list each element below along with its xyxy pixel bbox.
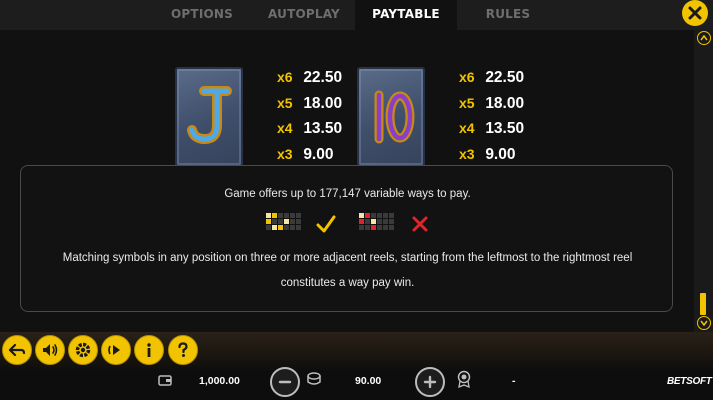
tab-options[interactable]: OPTIONS xyxy=(160,0,244,30)
tab-rules[interactable]: RULES xyxy=(472,0,544,30)
payout-row: x6 22.50 xyxy=(459,69,525,86)
minus-icon xyxy=(278,380,292,384)
payout-row: x4 13.50 xyxy=(459,120,525,137)
close-icon xyxy=(688,6,702,20)
back-arrow-icon xyxy=(8,343,26,357)
bet-value: 90.00 xyxy=(355,375,382,387)
scroll-down-button[interactable] xyxy=(697,316,711,330)
chevron-up-icon xyxy=(700,34,708,41)
autoplay-button[interactable] xyxy=(101,335,131,365)
settings-button[interactable] xyxy=(68,335,98,365)
ten-symbol-icon xyxy=(357,67,425,167)
payout-row: x6 22.50 xyxy=(277,69,343,86)
chevron-down-icon xyxy=(700,320,708,327)
betsoft-logo: BETSOFT xyxy=(667,376,712,387)
wallet-icon xyxy=(158,375,172,386)
valid-ways-grid xyxy=(266,213,301,230)
payout-row: x5 18.00 xyxy=(277,94,343,112)
scrollbar-thumb[interactable] xyxy=(700,293,706,315)
win-award-icon xyxy=(457,370,471,388)
payout-row: x4 13.50 xyxy=(277,120,343,137)
info-icon xyxy=(147,343,151,357)
payout-row: x5 18.00 xyxy=(459,94,525,112)
autoplay-icon xyxy=(108,345,120,355)
increase-bet-button[interactable] xyxy=(415,367,445,397)
info-button[interactable] xyxy=(134,335,164,365)
ways-info-panel: Game offers up to 177,147 variable ways … xyxy=(20,165,673,312)
tab-bar: OPTIONS AUTOPLAY PAYTABLE RULES xyxy=(0,0,713,30)
win-value: - xyxy=(512,375,516,387)
check-icon xyxy=(316,215,336,233)
invalid-ways-grid xyxy=(359,213,394,230)
scroll-up-button[interactable] xyxy=(697,31,711,45)
coins-icon xyxy=(307,372,321,385)
balance-value: 1,000.00 xyxy=(199,375,240,387)
j-symbol-icon xyxy=(175,67,243,167)
tab-autoplay[interactable]: AUTOPLAY xyxy=(260,0,348,30)
ways-description-line2: constitutes a way pay win. xyxy=(280,277,415,289)
speaker-icon xyxy=(43,344,58,356)
plus-icon xyxy=(423,375,437,389)
ways-description-line1: Matching symbols in any position on thre… xyxy=(62,252,633,264)
question-mark-icon xyxy=(178,342,188,357)
tab-paytable[interactable]: PAYTABLE xyxy=(355,0,457,30)
help-button[interactable] xyxy=(168,335,198,365)
ten-payout-list: x6 22.50 x5 18.00 x4 13.50 x3 9.00 xyxy=(459,69,549,171)
decrease-bet-button[interactable] xyxy=(270,367,300,397)
scrollbar-track[interactable] xyxy=(694,30,713,332)
back-button[interactable] xyxy=(2,335,32,365)
j-payout-list: x6 22.50 x5 18.00 x4 13.50 x3 9.00 xyxy=(277,69,367,171)
gear-icon xyxy=(75,342,91,358)
close-button[interactable] xyxy=(682,0,708,26)
sound-button[interactable] xyxy=(35,335,65,365)
x-cross-icon xyxy=(412,216,428,232)
ways-count-text: Game offers up to 177,147 variable ways … xyxy=(224,188,471,200)
